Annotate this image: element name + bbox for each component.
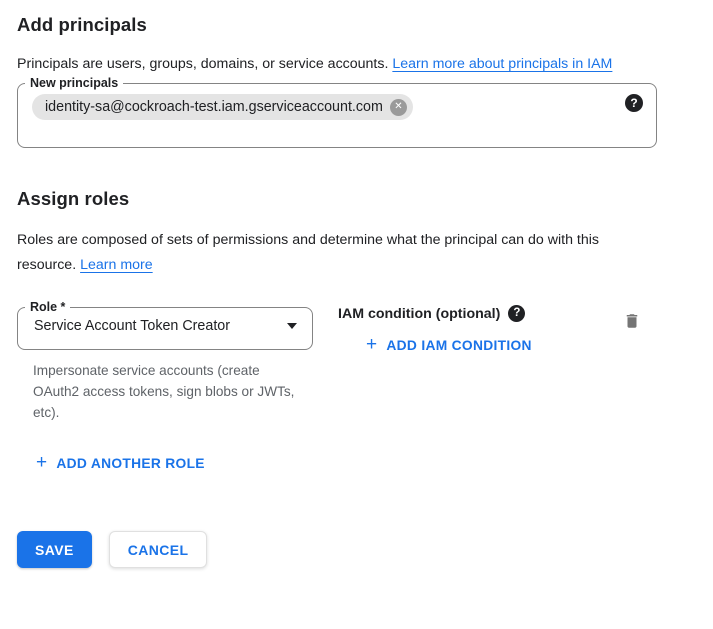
dropdown-arrow-icon bbox=[287, 323, 297, 329]
add-another-role-label: ADD ANOTHER ROLE bbox=[56, 456, 204, 471]
role-select[interactable]: Role * Service Account Token Creator bbox=[17, 301, 313, 350]
add-iam-condition-button[interactable]: + ADD IAM CONDITION bbox=[366, 336, 532, 355]
role-helper-text: Impersonate service accounts (create OAu… bbox=[33, 360, 295, 423]
iam-condition-column: IAM condition (optional) ? + ADD IAM CON… bbox=[338, 301, 623, 356]
delete-column bbox=[623, 311, 641, 336]
chip-remove-icon[interactable]: ✕ bbox=[390, 99, 407, 116]
iam-condition-label-row: IAM condition (optional) ? bbox=[338, 305, 623, 322]
iam-condition-help-icon[interactable]: ? bbox=[508, 305, 525, 322]
principals-help-icon[interactable]: ? bbox=[625, 94, 643, 112]
assign-roles-title: Assign roles bbox=[17, 187, 696, 211]
add-principals-panel: Add principals Principals are users, gro… bbox=[0, 0, 713, 568]
principal-chip-text: identity-sa@cockroach-test.iam.gservicea… bbox=[45, 99, 383, 115]
plus-icon: + bbox=[366, 335, 377, 354]
add-another-role-button[interactable]: + ADD ANOTHER ROLE bbox=[36, 454, 205, 473]
role-column: Role * Service Account Token Creator Imp… bbox=[17, 301, 313, 423]
new-principals-field[interactable]: New principals identity-sa@cockroach-tes… bbox=[17, 77, 657, 148]
add-iam-condition-label: ADD IAM CONDITION bbox=[386, 338, 531, 353]
cancel-button[interactable]: CANCEL bbox=[109, 531, 208, 568]
role-select-label: Role * bbox=[25, 301, 70, 314]
intro-paragraph: Principals are users, groups, domains, o… bbox=[17, 52, 662, 77]
role-select-value: Service Account Token Creator bbox=[34, 316, 230, 336]
new-principals-label: New principals bbox=[25, 77, 123, 90]
save-button[interactable]: SAVE bbox=[17, 531, 92, 568]
page-title: Add principals bbox=[17, 13, 696, 37]
role-row: Role * Service Account Token Creator Imp… bbox=[17, 301, 696, 423]
plus-icon: + bbox=[36, 453, 47, 472]
learn-more-principals-link[interactable]: Learn more about principals in IAM bbox=[392, 56, 612, 72]
delete-icon bbox=[623, 319, 641, 334]
intro-text: Principals are users, groups, domains, o… bbox=[17, 56, 388, 72]
iam-condition-label: IAM condition (optional) bbox=[338, 306, 500, 322]
actions-row: SAVE CANCEL bbox=[17, 531, 696, 568]
principal-chip: identity-sa@cockroach-test.iam.gservicea… bbox=[32, 94, 413, 120]
delete-role-button[interactable] bbox=[623, 311, 641, 331]
roles-description: Roles are composed of sets of permission… bbox=[17, 228, 617, 278]
learn-more-roles-link[interactable]: Learn more bbox=[80, 257, 153, 273]
role-select-value-row: Service Account Token Creator bbox=[18, 314, 312, 349]
new-principals-content: identity-sa@cockroach-test.iam.gservicea… bbox=[18, 90, 656, 146]
